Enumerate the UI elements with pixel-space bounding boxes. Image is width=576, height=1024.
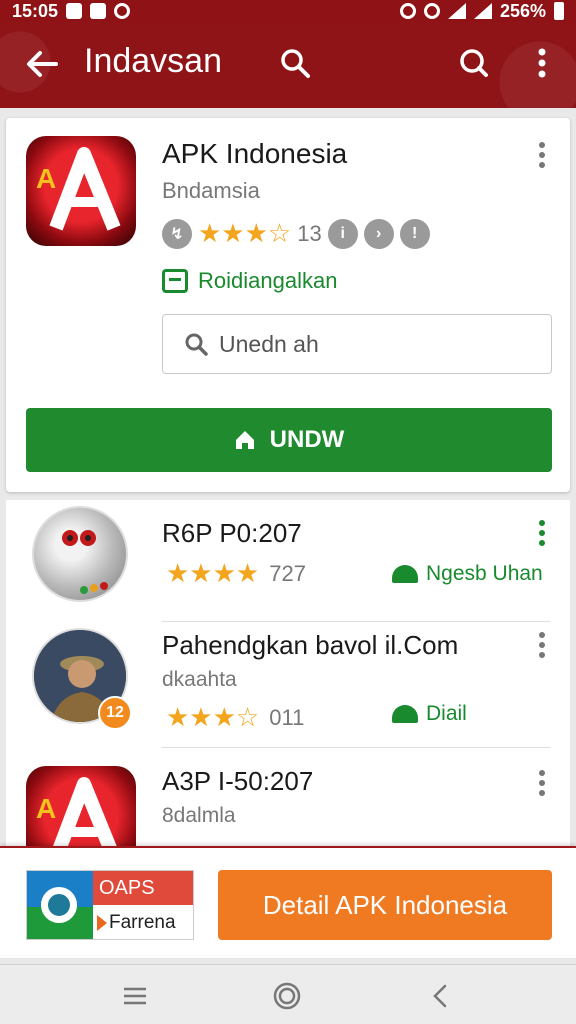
ad-logo[interactable]: OAPS Farrena [26, 870, 194, 940]
ad-bottom-text: Farrena [109, 912, 176, 933]
app-list: R6P P0:207 ★★★★ 727 Ngesb Uhan 12 Pahend… [6, 500, 570, 850]
page-title: Indavsan [84, 42, 222, 80]
rating-count: 727 [269, 560, 306, 586]
search-icon [185, 333, 208, 356]
info-icon[interactable]: i [327, 218, 358, 249]
back-icon[interactable] [426, 981, 456, 1011]
apk-indonesia-logo[interactable]: A [26, 136, 136, 246]
list-item[interactable]: R6P P0:207 ★★★★ 727 Ngesb Uhan [6, 500, 570, 622]
download-label: UNDW [269, 426, 345, 453]
search-input[interactable] [219, 330, 539, 358]
item-more-icon[interactable] [530, 768, 554, 798]
bottom-action-bar: OAPS Farrena Detail APK Indonesia [0, 846, 576, 958]
rating-stars: ★★★☆ [166, 702, 260, 732]
status-label: Ngesb Uhan [426, 562, 543, 585]
home-icon [235, 431, 254, 449]
next-icon[interactable]: › [363, 218, 394, 249]
svg-text:A: A [36, 163, 56, 194]
arrow-icon [97, 915, 107, 931]
back-arrow-icon[interactable] [22, 44, 62, 84]
home-button-icon[interactable] [272, 981, 302, 1011]
download-status-icon [392, 565, 418, 583]
recommended-icon [162, 269, 188, 293]
age-rating-icon: ↯ [162, 218, 192, 249]
developer-name: 8dalmla [162, 804, 236, 827]
signal-icon [473, 3, 492, 19]
system-nav-bar [0, 964, 576, 1024]
recommended-label: Roidiangalkan [198, 268, 338, 293]
divider [162, 747, 550, 748]
battery-level: 256% [499, 0, 546, 21]
download-status-icon [392, 705, 418, 723]
ad-top-text: OAPS [93, 871, 193, 905]
card-more-icon[interactable] [530, 140, 554, 170]
app-name: R6P P0:207 [162, 518, 302, 548]
recents-icon[interactable] [120, 981, 150, 1011]
recommended-tag: Roidiangalkan [162, 268, 337, 294]
app-name: Pahendgkan bavol il.Com [162, 630, 459, 660]
item-more-icon[interactable] [530, 518, 554, 548]
app-notification-icon [90, 3, 107, 19]
battery-icon [554, 2, 564, 20]
clock: 15:05 [12, 0, 59, 21]
list-item[interactable]: A A3P I-50:207 8dalmla [6, 758, 570, 850]
rating-stars: ★★★☆ [198, 218, 292, 248]
app-name: A3P I-50:207 [162, 766, 314, 796]
developer-name: Bndamsia [162, 178, 260, 203]
rating-row: ↯ ★★★☆ 13 i › ! [162, 218, 430, 249]
detail-button[interactable]: Detail APK Indonesia [218, 870, 552, 940]
app-icon-globe [32, 506, 128, 602]
ad-bottom: Farrena [93, 905, 193, 939]
rating-stars: ★★★★ [166, 558, 260, 588]
item-rating: ★★★★ 727 [166, 558, 306, 589]
list-item[interactable]: 12 Pahendgkan bavol il.Com dkaahta ★★★☆ … [6, 610, 570, 748]
status-label: Diail [426, 702, 467, 725]
status-bar: 15:05 256% [0, 0, 576, 22]
alarm-icon [423, 3, 440, 19]
alert-icon[interactable]: ! [399, 218, 430, 249]
sync-icon [114, 3, 131, 19]
rating-count: 011 [269, 704, 305, 730]
more-vert-icon[interactable] [530, 46, 554, 80]
featured-app-card: A APK Indonesia Bndamsia ↯ ★★★☆ 13 i › !… [6, 118, 570, 492]
app-name[interactable]: APK Indonesia [162, 138, 347, 170]
app-bar: Indavsan [0, 22, 576, 108]
item-rating: ★★★☆ 011 [166, 702, 304, 733]
search-box[interactable] [162, 314, 552, 374]
wifi-icon [447, 3, 466, 19]
chat-search-icon[interactable] [456, 46, 490, 80]
chat-bubble-icon [41, 887, 77, 923]
developer-name: dkaahta [162, 668, 237, 691]
apk-indonesia-logo: A [26, 766, 136, 850]
item-status: Diail [392, 702, 467, 726]
item-more-icon[interactable] [530, 630, 554, 660]
download-button[interactable]: UNDW [26, 408, 552, 472]
search-icon[interactable] [278, 46, 312, 80]
notification-icon [66, 3, 83, 19]
rating-count: 13 [297, 220, 322, 246]
settings-icon [399, 3, 416, 19]
svg-text:A: A [36, 793, 56, 824]
item-status: Ngesb Uhan [392, 562, 543, 586]
update-count-badge: 12 [98, 696, 132, 730]
